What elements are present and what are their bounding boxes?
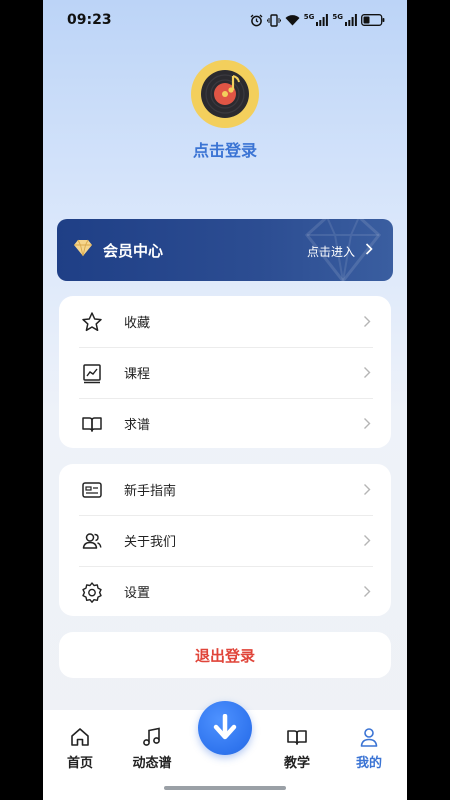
chart-icon — [79, 360, 105, 386]
battery-icon — [361, 14, 385, 26]
menu-item-courses[interactable]: 课程 — [79, 347, 373, 398]
vibrate-icon — [266, 13, 281, 27]
menu-item-label: 新手指南 — [124, 484, 177, 499]
tab-label: 教学 — [283, 756, 310, 771]
status-icons: 5G 5G — [250, 12, 385, 28]
id-card-icon — [79, 477, 105, 503]
tab-label: 我的 — [355, 756, 382, 771]
tab-dynamic-score[interactable]: 动态谱 — [122, 726, 182, 771]
status-bar: 09:23 5G 5G — [43, 0, 407, 40]
chevron-right-icon — [361, 416, 373, 432]
chevron-right-icon — [361, 533, 373, 549]
avatar[interactable] — [191, 60, 259, 128]
menu-item-beginner-guide[interactable]: 新手指南 — [79, 464, 373, 515]
star-icon — [79, 309, 105, 335]
tab-teaching[interactable]: 教学 — [267, 726, 327, 771]
logout-button[interactable]: 退出登录 — [59, 632, 391, 678]
vinyl-record-icon — [201, 70, 249, 118]
tab-mine[interactable]: 我的 — [339, 726, 399, 771]
alarm-icon — [250, 14, 263, 26]
wifi-icon — [285, 15, 300, 26]
open-book-icon — [287, 730, 307, 745]
home-icon — [71, 728, 89, 746]
menu-card-primary: 收藏 课程 求谱 — [59, 296, 391, 448]
gear-icon — [79, 579, 105, 605]
menu-item-about-us[interactable]: 关于我们 — [79, 515, 373, 566]
person-icon — [360, 728, 378, 747]
menu-item-favorites[interactable]: 收藏 — [79, 296, 373, 347]
phone-screen: 09:23 5G 5G 点击登录 会员中心 点击进入 收藏 课程 求谱 新手指南… — [43, 0, 407, 800]
chevron-right-icon — [361, 365, 373, 381]
tab-label: 动态谱 — [132, 756, 172, 771]
vip-enter-label[interactable]: 点击进入 — [307, 243, 355, 260]
chevron-right-icon — [361, 482, 373, 498]
home-indicator[interactable] — [164, 786, 286, 790]
menu-item-label: 设置 — [124, 586, 151, 601]
5g-label-1: 5G — [303, 13, 315, 21]
tab-label: 首页 — [66, 756, 93, 771]
music-note-icon — [143, 727, 160, 746]
arrow-down-icon — [213, 714, 237, 740]
vip-center-banner[interactable]: 会员中心 点击进入 — [57, 219, 393, 281]
menu-item-request-score[interactable]: 求谱 — [79, 398, 373, 449]
diamond-icon — [74, 239, 92, 257]
menu-item-settings[interactable]: 设置 — [79, 566, 373, 617]
menu-item-label: 求谱 — [124, 418, 151, 433]
menu-item-label: 课程 — [124, 367, 151, 382]
chevron-right-icon — [361, 314, 373, 330]
signal-icon — [345, 14, 357, 26]
book-icon — [79, 411, 105, 437]
chevron-right-icon — [365, 243, 373, 255]
chevron-right-icon — [361, 584, 373, 600]
5g-label-2: 5G — [332, 13, 343, 21]
login-link[interactable]: 点击登录 — [43, 137, 407, 161]
menu-item-label: 关于我们 — [124, 535, 177, 550]
menu-card-secondary: 新手指南 关于我们 设置 — [59, 464, 391, 616]
tab-home[interactable]: 首页 — [50, 726, 110, 771]
users-icon — [79, 528, 105, 554]
vip-title: 会员中心 — [103, 242, 164, 260]
menu-item-label: 收藏 — [124, 316, 151, 331]
status-time: 09:23 — [67, 12, 112, 28]
download-button[interactable] — [198, 701, 252, 755]
signal-icon — [316, 14, 329, 26]
